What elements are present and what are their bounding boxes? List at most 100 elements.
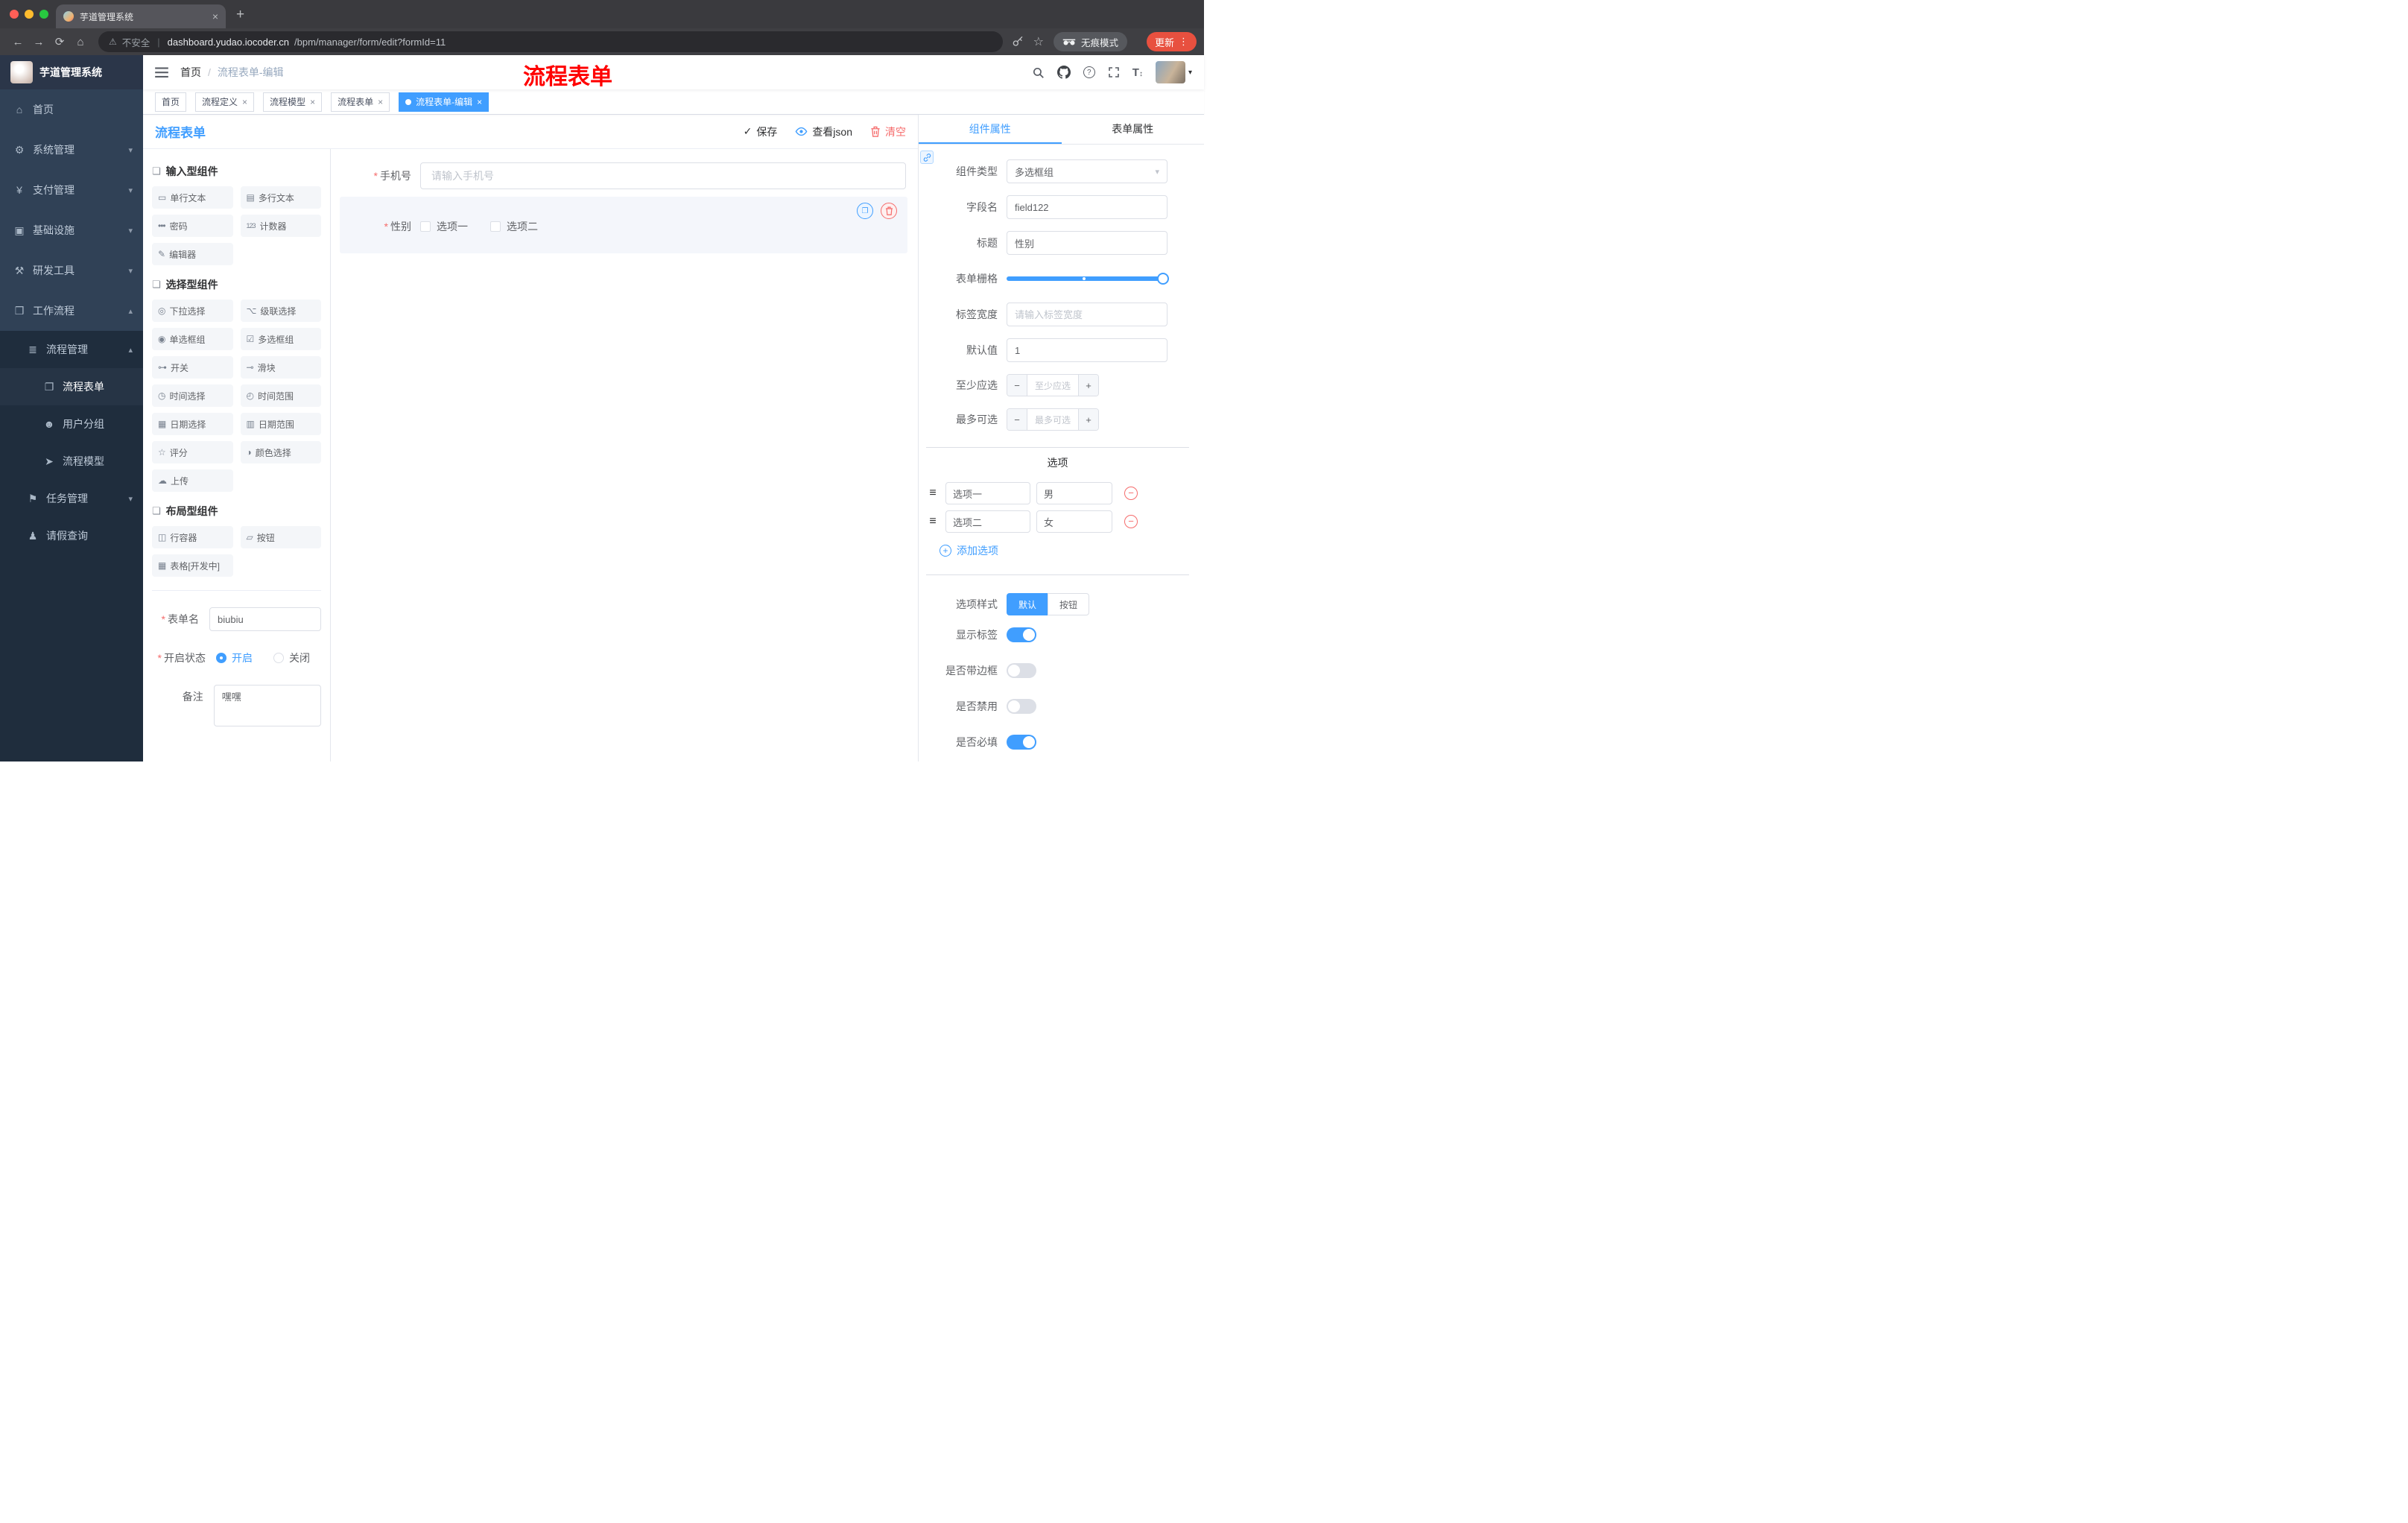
palette-item-radio-group[interactable]: ◉ 单选框组 — [152, 328, 233, 350]
form-canvas[interactable]: *手机号 ❐ *性别 — [331, 149, 918, 762]
palette-item-table[interactable]: ▦ 表格[开发中] — [152, 554, 233, 577]
hamburger-icon[interactable] — [155, 66, 168, 78]
option-2-value-input[interactable] — [1036, 510, 1112, 533]
palette-item-upload[interactable]: ☁ 上传 — [152, 469, 233, 492]
sidebar-item-task-management[interactable]: ⚑ 任务管理 ▾ — [0, 480, 143, 517]
border-switch[interactable] — [1007, 663, 1036, 678]
style-button-button[interactable]: 按钮 — [1048, 593, 1090, 615]
minus-button[interactable]: − — [1007, 375, 1027, 396]
fullscreen-icon[interactable] — [1108, 66, 1120, 78]
minimize-window-button[interactable] — [25, 10, 34, 19]
sidebar-item-process-model[interactable]: ➤ 流程模型 — [0, 443, 143, 480]
form-grid-slider[interactable] — [1007, 267, 1169, 291]
add-option-button[interactable]: + 添加选项 — [940, 543, 1189, 558]
palette-item-cascader[interactable]: ⌥ 级联选择 — [240, 300, 321, 322]
palette-item-time-range[interactable]: ◴ 时间范围 — [240, 384, 321, 407]
update-browser-button[interactable]: 更新 ⋮ — [1146, 32, 1197, 51]
palette-item-time-picker[interactable]: ◷ 时间选择 — [152, 384, 233, 407]
form-remark-textarea[interactable]: 嘿嘿 — [213, 685, 321, 726]
min-select-value[interactable]: 至少应选 — [1027, 375, 1078, 396]
sidebar-item-user-group[interactable]: ☻ 用户分组 — [0, 405, 143, 443]
palette-item-slider[interactable]: ⊸ 滑块 — [240, 356, 321, 379]
label-width-input[interactable] — [1007, 303, 1167, 326]
checkbox-option-2[interactable]: 选项二 — [490, 219, 538, 234]
disabled-switch[interactable] — [1007, 699, 1036, 714]
font-size-icon[interactable]: T↕ — [1132, 66, 1143, 79]
option-1-label-input[interactable] — [945, 482, 1030, 504]
password-key-icon[interactable] — [1012, 36, 1024, 48]
palette-item-date-range[interactable]: ▥ 日期范围 — [240, 413, 321, 435]
sidebar-item-infrastructure[interactable]: ▣ 基础设施 ▾ — [0, 210, 143, 250]
reload-icon[interactable]: ⟳ — [49, 35, 70, 48]
tag-process-model[interactable]: 流程模型 × — [263, 92, 323, 112]
breadcrumb-home[interactable]: 首页 — [180, 65, 201, 80]
close-window-button[interactable] — [10, 10, 19, 19]
tag-process-form[interactable]: 流程表单 × — [331, 92, 390, 112]
field-name-input[interactable] — [1007, 195, 1167, 219]
close-icon[interactable]: × — [310, 97, 315, 107]
security-label[interactable]: 不安全 — [122, 35, 150, 49]
palette-item-select[interactable]: ◎ 下拉选择 — [152, 300, 233, 322]
address-bar[interactable]: ⚠ 不安全 | dashboard.yudao.iocoder.cn/bpm/m… — [98, 31, 1003, 52]
tag-process-definition[interactable]: 流程定义 × — [195, 92, 255, 112]
palette-item-counter[interactable]: 123 计数器 — [240, 215, 321, 237]
palette-item-textarea[interactable]: ▤ 多行文本 — [240, 186, 321, 209]
sidebar-item-leave-query[interactable]: ♟ 请假查询 — [0, 517, 143, 554]
browser-menu-icon[interactable]: ⋮ — [1179, 36, 1188, 48]
maximize-window-button[interactable] — [39, 10, 48, 19]
tab-form-props[interactable]: 表单属性 — [1062, 115, 1205, 144]
drag-handle-icon[interactable]: ≡ — [926, 487, 940, 500]
palette-item-button[interactable]: ▱ 按钮 — [240, 526, 321, 548]
style-default-button[interactable]: 默认 — [1007, 593, 1048, 615]
phone-input[interactable] — [420, 162, 906, 189]
browser-tab[interactable]: 芋道管理系统 × — [56, 4, 226, 28]
app-logo[interactable]: 芋道管理系统 — [0, 55, 143, 89]
sidebar-item-devtools[interactable]: ⚒ 研发工具 ▾ — [0, 250, 143, 291]
sidebar-item-process-management[interactable]: ≣ 流程管理 ▴ — [0, 331, 143, 368]
palette-item-checkbox-group[interactable]: ☑ 多选框组 — [240, 328, 321, 350]
palette-item-row-container[interactable]: ◫ 行容器 — [152, 526, 233, 548]
tab-component-props[interactable]: 组件属性 — [919, 115, 1062, 144]
show-label-switch[interactable] — [1007, 627, 1036, 642]
bookmark-star-icon[interactable]: ☆ — [1033, 34, 1044, 49]
plus-button[interactable]: + — [1078, 375, 1098, 396]
tag-home[interactable]: 首页 — [155, 92, 187, 112]
component-type-select[interactable]: 多选框组 ▾ — [1007, 159, 1167, 183]
title-input[interactable] — [1007, 231, 1167, 255]
phone-field-row[interactable]: * 手机号 — [340, 162, 907, 189]
home-icon[interactable]: ⌂ — [70, 36, 91, 48]
palette-item-switch[interactable]: ⊶ 开关 — [152, 356, 233, 379]
github-icon[interactable] — [1056, 66, 1071, 79]
plus-button[interactable]: + — [1078, 409, 1098, 430]
status-open-radio[interactable]: 开启 — [216, 650, 253, 665]
drag-handle-icon[interactable]: ≡ — [926, 515, 940, 528]
default-value-input[interactable] — [1007, 338, 1167, 362]
sidebar-item-system[interactable]: ⚙ 系统管理 ▾ — [0, 130, 143, 170]
option-1-value-input[interactable] — [1036, 482, 1112, 504]
search-icon[interactable] — [1032, 66, 1045, 79]
link-icon[interactable] — [920, 151, 934, 164]
forward-icon[interactable]: → — [28, 36, 49, 48]
save-button[interactable]: ✓ 保存 — [744, 124, 778, 139]
checkbox-option-1[interactable]: 选项一 — [420, 219, 468, 234]
new-tab-button[interactable]: + — [236, 7, 244, 23]
avatar[interactable] — [1155, 61, 1185, 83]
sidebar-item-process-form[interactable]: ❐ 流程表单 — [0, 368, 143, 405]
sidebar-item-home[interactable]: ⌂ 首页 — [0, 89, 143, 130]
help-icon[interactable]: ? — [1083, 66, 1095, 78]
palette-item-rate[interactable]: ☆ 评分 — [152, 441, 233, 463]
close-icon[interactable]: × — [477, 97, 482, 107]
close-icon[interactable]: × — [242, 97, 247, 107]
view-json-button[interactable]: 查看json — [795, 124, 852, 139]
tag-process-form-edit[interactable]: 流程表单-编辑 × — [399, 92, 489, 112]
copy-component-button[interactable]: ❐ — [857, 203, 873, 219]
max-select-value[interactable]: 最多可选 — [1027, 409, 1078, 430]
sidebar-item-workflow[interactable]: ❒ 工作流程 ▴ — [0, 291, 143, 331]
back-icon[interactable]: ← — [7, 36, 28, 48]
palette-item-editor[interactable]: ✎ 编辑器 — [152, 243, 233, 265]
remove-option-button[interactable]: − — [1124, 515, 1138, 528]
palette-item-single-line-text[interactable]: ▭ 单行文本 — [152, 186, 233, 209]
clear-button[interactable]: 清空 — [870, 124, 906, 139]
close-icon[interactable]: × — [378, 97, 383, 107]
gender-field-selected[interactable]: ❐ * 性别 选项一 选项二 — [340, 197, 907, 253]
